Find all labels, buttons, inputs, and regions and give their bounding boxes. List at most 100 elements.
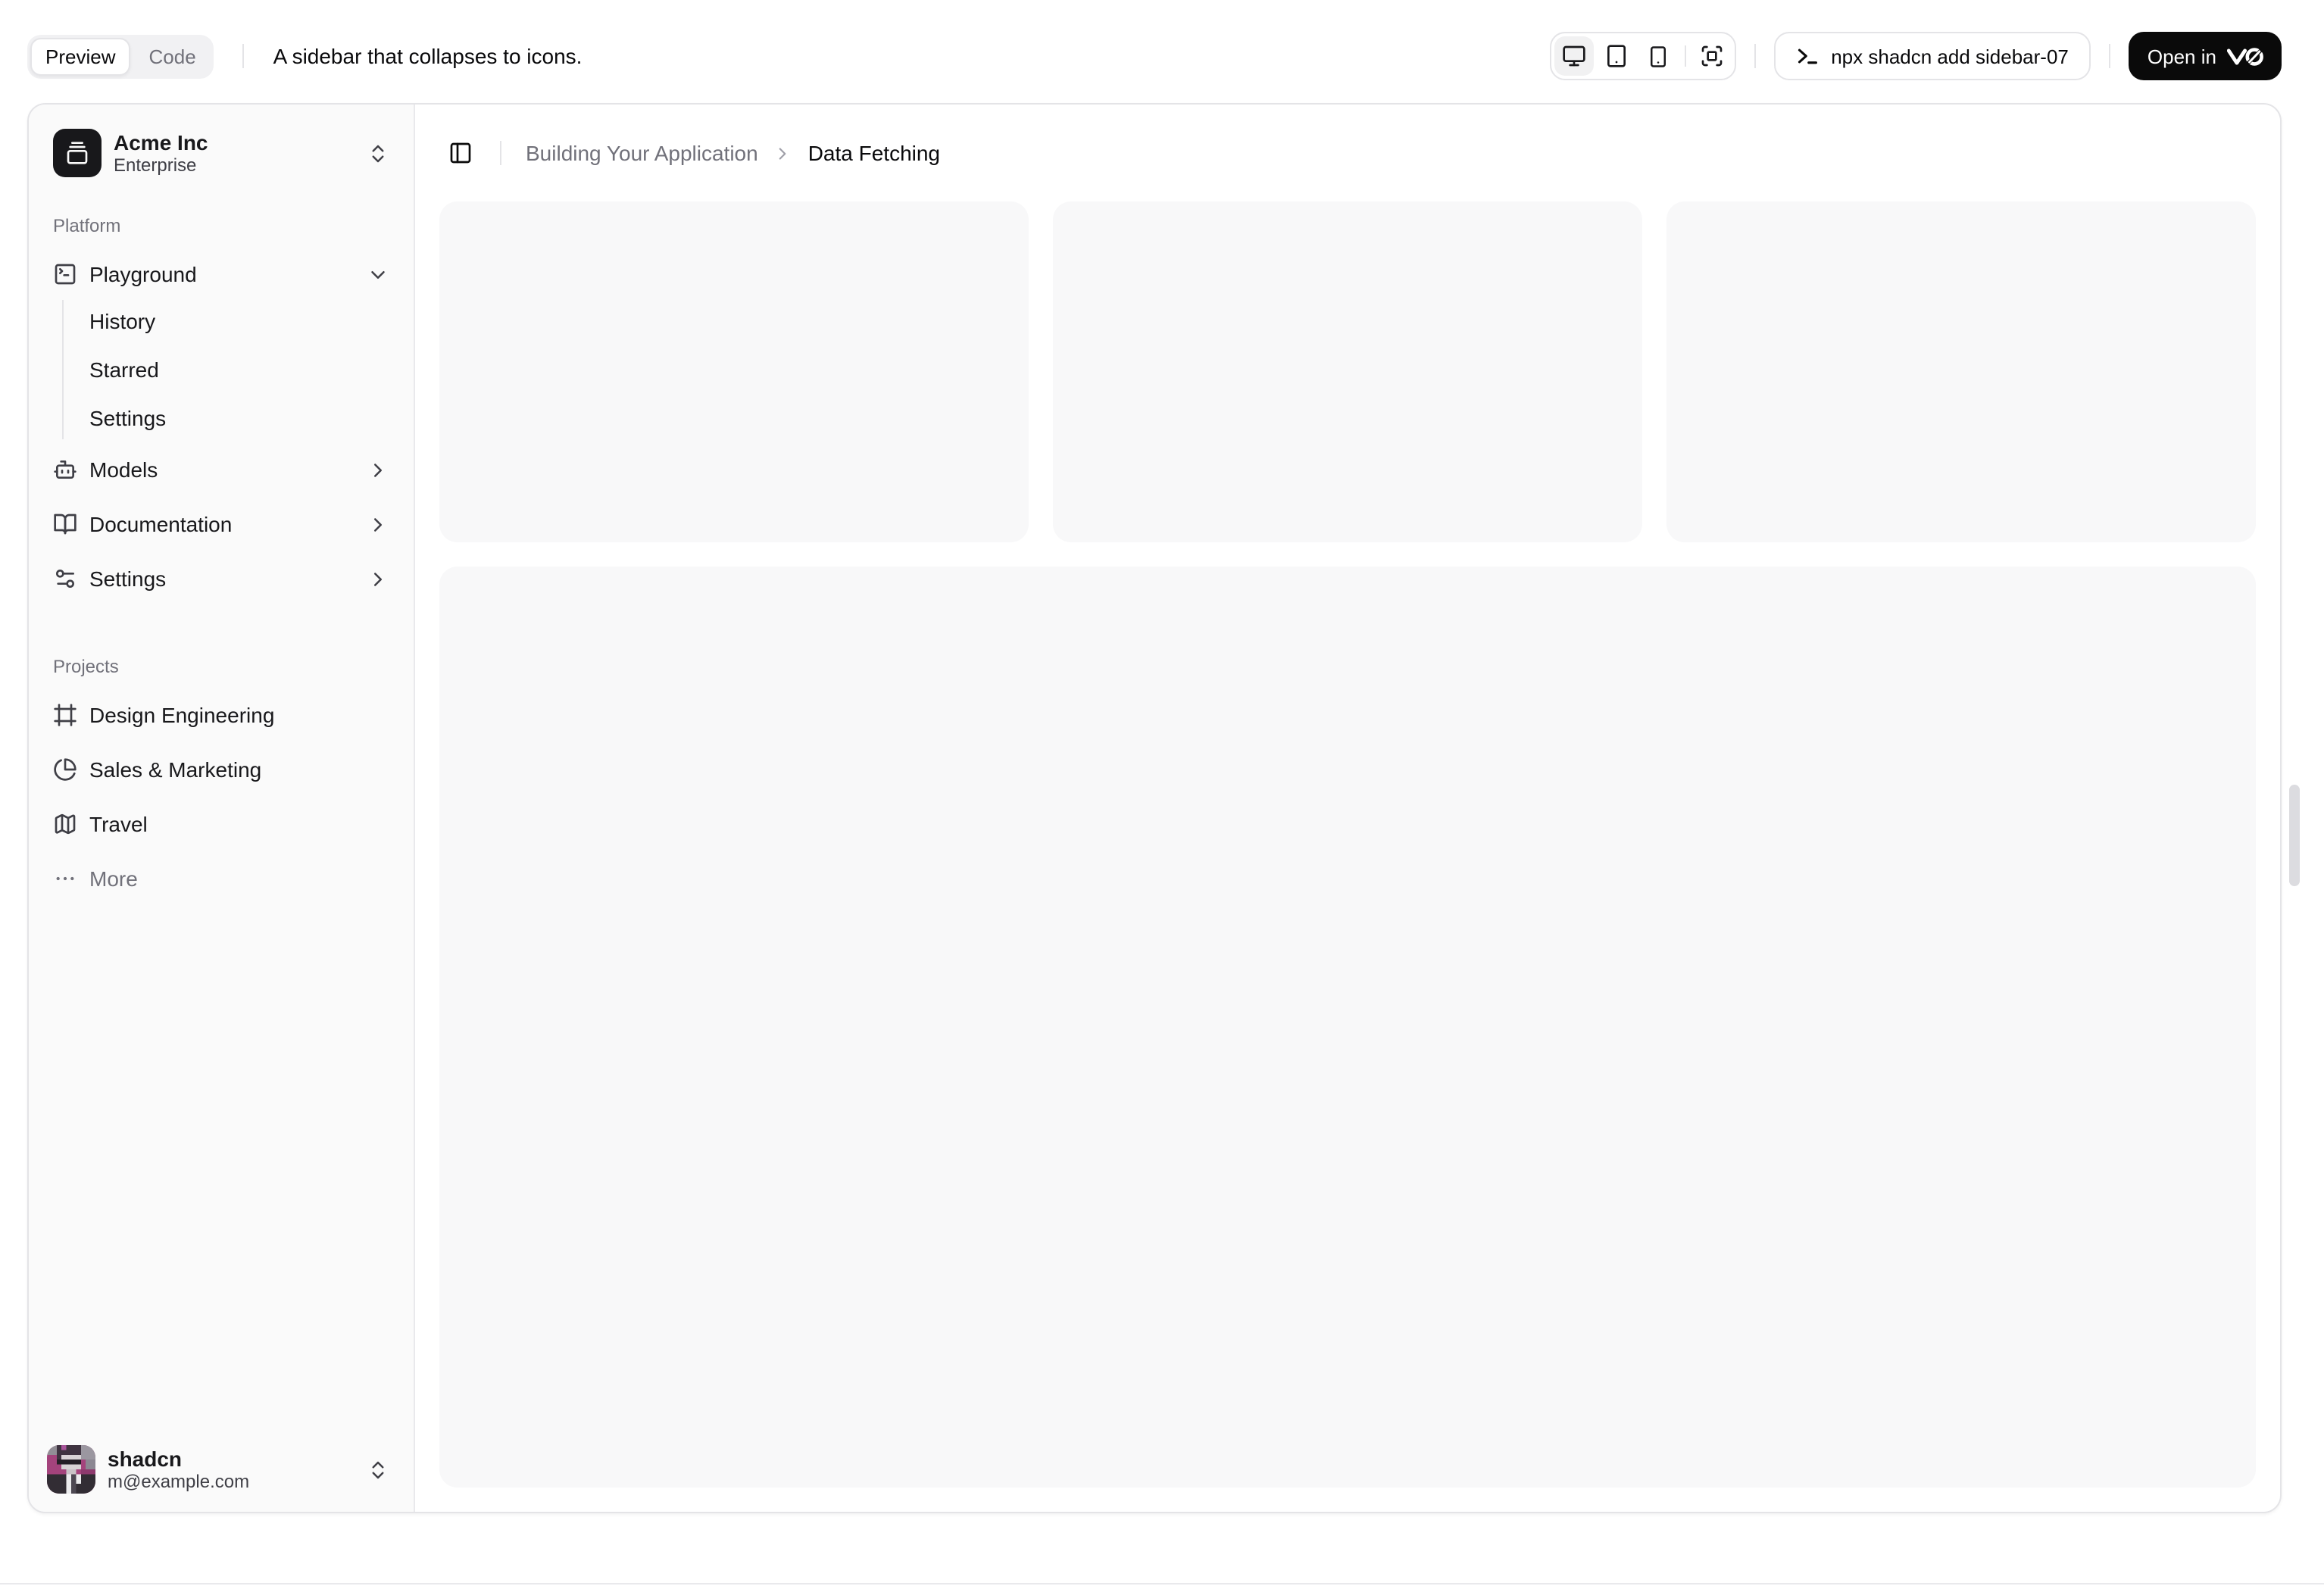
team-plan: Enterprise bbox=[114, 154, 197, 176]
bot-icon bbox=[53, 457, 77, 482]
sidebar-item-label: Design Engineering bbox=[89, 703, 275, 727]
breadcrumb-link-building-your-application[interactable]: Building Your Application bbox=[526, 141, 758, 165]
menu-item: Playground History Starred Settings bbox=[41, 250, 401, 439]
menu-item: Travel bbox=[41, 800, 401, 848]
page: Preview Code A sidebar that collapses to… bbox=[0, 0, 2324, 1586]
toolbar-separator bbox=[242, 44, 245, 68]
toolbar: Preview Code A sidebar that collapses to… bbox=[27, 32, 2282, 80]
placeholder-panel bbox=[439, 567, 2256, 1488]
projects-menu: Design Engineering Sales & Marketing Tra… bbox=[41, 691, 401, 903]
placeholder-card-row bbox=[439, 201, 2256, 542]
frame-icon bbox=[53, 703, 77, 727]
user-menu-button[interactable]: shadcn m@example.com bbox=[41, 1439, 401, 1500]
sidebar-subitem-history[interactable]: History bbox=[77, 300, 401, 342]
install-command-button[interactable]: npx shadcn add sidebar-07 bbox=[1773, 32, 2091, 80]
device-group-separator bbox=[1684, 45, 1686, 67]
v0-logo-icon bbox=[2227, 45, 2263, 67]
tablet-icon bbox=[1604, 44, 1628, 68]
desktop-view-button[interactable] bbox=[1554, 36, 1594, 76]
fullscreen-icon bbox=[1699, 44, 1723, 68]
header-separator bbox=[500, 141, 501, 165]
sidebar-item-playground[interactable]: Playground bbox=[41, 250, 401, 298]
smartphone-icon bbox=[1647, 45, 1670, 67]
monitor-icon bbox=[1561, 44, 1585, 68]
sidebar-item-label: Travel bbox=[89, 812, 148, 836]
menu-item: Sales & Marketing bbox=[41, 745, 401, 794]
sidebar-subitem-starred[interactable]: Starred bbox=[77, 348, 401, 391]
avatar bbox=[47, 1445, 95, 1494]
team-name: Acme Inc bbox=[114, 130, 208, 155]
fullscreen-button[interactable] bbox=[1691, 36, 1731, 76]
sidebar-item-label: Models bbox=[89, 457, 158, 482]
sidebar-item-label: More bbox=[89, 866, 138, 891]
ellipsis-icon bbox=[53, 866, 77, 891]
pie-chart-icon bbox=[53, 757, 77, 782]
tablet-view-button[interactable] bbox=[1596, 36, 1635, 76]
page-scrollbar-thumb[interactable] bbox=[2289, 785, 2300, 886]
sidebar-item-settings[interactable]: Settings bbox=[41, 554, 401, 603]
chevron-right-icon bbox=[367, 513, 389, 535]
terminal-icon bbox=[1796, 45, 1817, 67]
sidebar-item-label: Documentation bbox=[89, 512, 233, 536]
breadcrumb-chevron-icon bbox=[773, 143, 793, 163]
sidebar-group-label-projects: Projects bbox=[53, 656, 119, 677]
user-email: m@example.com bbox=[108, 1470, 250, 1492]
gallery-vertical-end-icon bbox=[65, 141, 89, 165]
user-meta: shadcn m@example.com bbox=[108, 1446, 355, 1493]
toolbar-separator bbox=[1754, 44, 1756, 68]
square-terminal-icon bbox=[53, 262, 77, 286]
sidebar-item-travel[interactable]: Travel bbox=[41, 800, 401, 848]
menu-item: Design Engineering bbox=[41, 691, 401, 739]
sidebar-item-documentation[interactable]: Documentation bbox=[41, 500, 401, 548]
block-preview-frame: Acme Inc Enterprise Platform Playground … bbox=[27, 103, 2282, 1513]
sidebar-header: Acme Inc Enterprise bbox=[29, 105, 414, 201]
sidebar-item-models[interactable]: Models bbox=[41, 445, 401, 494]
sidebar-group-label-platform: Platform bbox=[53, 215, 121, 236]
main-panel: Building Your Application Data Fetching bbox=[415, 105, 2280, 1512]
chevron-right-icon bbox=[367, 567, 389, 590]
device-size-toggle-group bbox=[1549, 32, 1736, 80]
chevron-right-icon bbox=[367, 458, 389, 481]
panel-left-icon bbox=[448, 141, 473, 165]
chevron-down-icon bbox=[367, 263, 389, 286]
toolbar-separator bbox=[2109, 44, 2111, 68]
menu-item: Documentation bbox=[41, 500, 401, 548]
chevrons-up-down-icon bbox=[367, 142, 389, 164]
map-icon bbox=[53, 812, 77, 836]
main-content bbox=[415, 201, 2280, 1512]
sidebar-content: Platform Playground History Starred Sett… bbox=[29, 201, 414, 1427]
placeholder-card bbox=[1666, 201, 2256, 542]
sidebar-subitem-settings[interactable]: Settings bbox=[77, 397, 401, 439]
breadcrumb-page-data-fetching: Data Fetching bbox=[807, 141, 941, 165]
user-name: shadcn bbox=[108, 1446, 183, 1471]
block-description: A sidebar that collapses to icons. bbox=[273, 44, 583, 68]
menu-item: Models bbox=[41, 445, 401, 494]
sidebar-item-design-engineering[interactable]: Design Engineering bbox=[41, 691, 401, 739]
sidebar-item-sales-marketing[interactable]: Sales & Marketing bbox=[41, 745, 401, 794]
tab-preview[interactable]: Preview bbox=[30, 37, 131, 75]
next-section-border bbox=[0, 1583, 2324, 1584]
placeholder-card bbox=[1053, 201, 1642, 542]
install-command-text: npx shadcn add sidebar-07 bbox=[1831, 45, 2069, 67]
main-header: Building Your Application Data Fetching bbox=[415, 105, 2280, 201]
team-switcher-button[interactable]: Acme Inc Enterprise bbox=[41, 117, 401, 189]
sidebar-toggle-button[interactable] bbox=[439, 132, 482, 174]
sidebar-footer: shadcn m@example.com bbox=[29, 1427, 414, 1512]
placeholder-card bbox=[439, 201, 1029, 542]
tab-code[interactable]: Code bbox=[134, 37, 211, 75]
app-sidebar: Acme Inc Enterprise Platform Playground … bbox=[29, 105, 415, 1512]
team-meta: Acme Inc Enterprise bbox=[114, 130, 355, 176]
sidebar-item-more[interactable]: More bbox=[41, 854, 401, 903]
playground-submenu: History Starred Settings bbox=[62, 300, 401, 439]
chevrons-up-down-icon bbox=[367, 1458, 389, 1481]
view-tab-group: Preview Code bbox=[27, 34, 214, 78]
sidebar-item-label: Sales & Marketing bbox=[89, 757, 262, 782]
sidebar-item-label: Playground bbox=[89, 262, 197, 286]
open-in-v0-label: Open in bbox=[2147, 45, 2216, 67]
menu-item: More bbox=[41, 854, 401, 903]
mobile-view-button[interactable] bbox=[1638, 36, 1678, 76]
open-in-v0-button[interactable]: Open in bbox=[2129, 32, 2282, 80]
sidebar-item-label: Settings bbox=[89, 567, 167, 591]
settings-sliders-icon bbox=[53, 567, 77, 591]
toolbar-right: npx shadcn add sidebar-07 Open in bbox=[1549, 32, 2282, 80]
